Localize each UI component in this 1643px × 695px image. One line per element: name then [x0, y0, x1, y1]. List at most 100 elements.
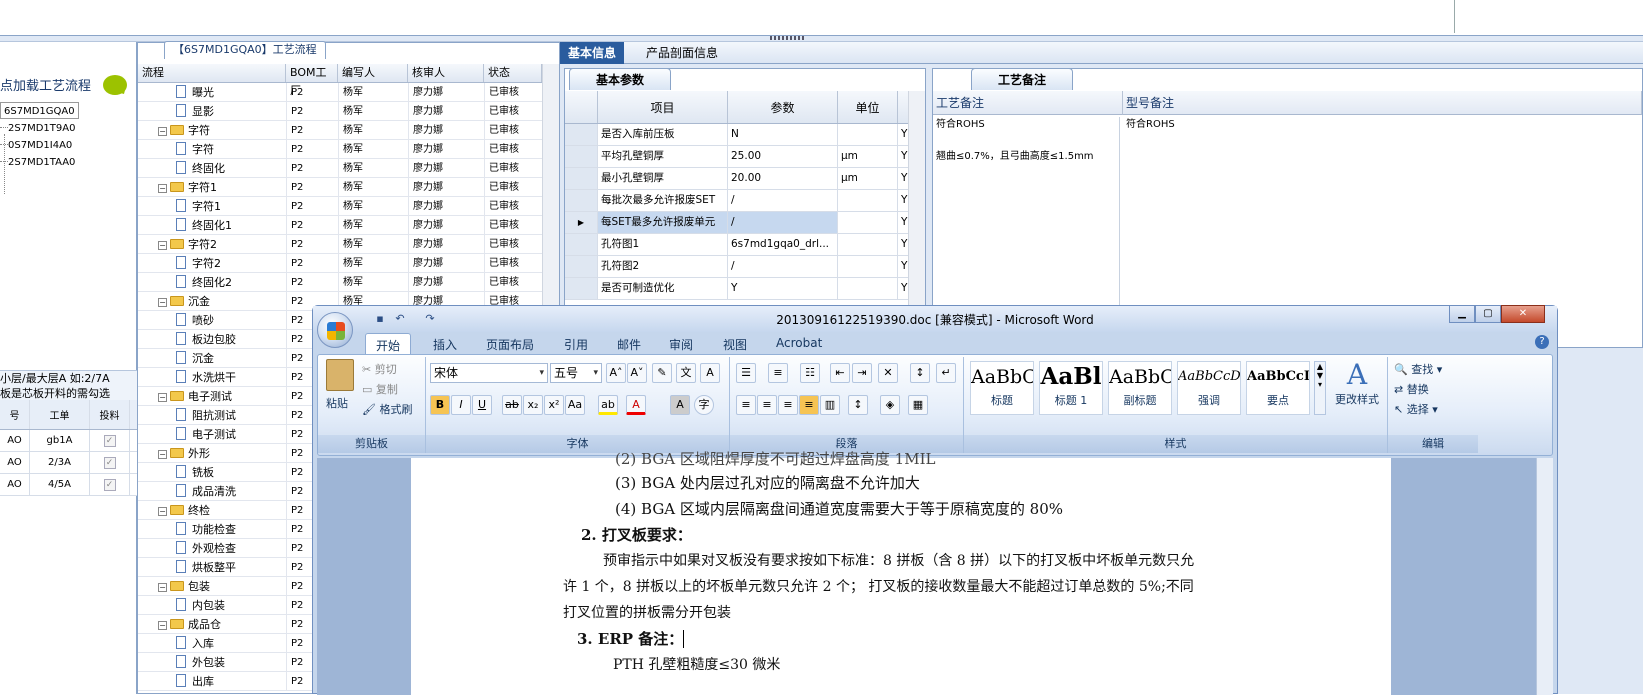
format-painter-button[interactable]: 🖌 格式刷: [362, 401, 412, 417]
process-node[interactable]: 字符: [176, 140, 214, 159]
collapse-icon[interactable]: −: [158, 507, 167, 516]
process-note-text1[interactable]: 符合ROHS: [936, 117, 985, 133]
col-status[interactable]: 状态: [484, 64, 542, 82]
collapse-icon[interactable]: −: [158, 298, 167, 307]
paste-button[interactable]: 粘贴: [326, 395, 348, 411]
redo-icon[interactable]: ↷: [423, 313, 437, 325]
cell-value[interactable]: 25.00: [728, 146, 838, 167]
col-code[interactable]: 号: [0, 400, 30, 429]
process-node[interactable]: − 包装: [158, 577, 210, 596]
col-feed[interactable]: 投料: [90, 400, 130, 429]
feed-checkbox[interactable]: ✓: [103, 434, 116, 447]
chinese-layout-icon[interactable]: ✕: [878, 363, 898, 383]
bullets-icon[interactable]: ☰: [736, 363, 756, 383]
table-row[interactable]: − 字符 P2 杨军 廖力娜 已审核: [138, 121, 559, 140]
process-node[interactable]: 终固化: [176, 159, 225, 178]
tab-process-notes[interactable]: 工艺备注: [971, 68, 1073, 90]
process-node[interactable]: − 字符: [158, 121, 210, 140]
minimize-button[interactable]: ▁: [1449, 305, 1475, 323]
bold-icon[interactable]: B: [430, 395, 450, 415]
process-node[interactable]: 出库: [176, 672, 214, 691]
style-heading1[interactable]: AaBl 标题 1: [1039, 361, 1103, 415]
cell-value[interactable]: N: [728, 124, 838, 145]
table-row[interactable]: 孔符图1 6s7md1gqa0_drl... Y: [565, 234, 925, 256]
multilevel-list-icon[interactable]: ☷: [800, 363, 820, 383]
row-indicator[interactable]: [565, 256, 598, 277]
grow-font-icon[interactable]: A˄: [606, 363, 626, 383]
table-row[interactable]: 终固化1 P2 杨军 廖力娜 已审核: [138, 216, 559, 235]
collapse-icon[interactable]: −: [158, 450, 167, 459]
tab-view[interactable]: 视图: [723, 336, 747, 353]
align-left-icon[interactable]: ≡: [736, 395, 756, 415]
align-center-icon[interactable]: ≡: [757, 395, 777, 415]
collapse-icon[interactable]: −: [158, 241, 167, 250]
tree-item[interactable]: 0S7MD1I4A0: [0, 137, 72, 154]
style-emphasis[interactable]: AaBbCcD 强调: [1177, 361, 1241, 415]
process-node[interactable]: 显影: [176, 102, 214, 121]
cell-value[interactable]: 6s7md1gqa0_drl...: [728, 234, 838, 255]
tab-insert[interactable]: 插入: [433, 336, 457, 353]
row-indicator[interactable]: [565, 234, 598, 255]
paste-icon[interactable]: [326, 359, 354, 391]
row-indicator[interactable]: ▶: [565, 212, 598, 233]
style-strong[interactable]: AaBbCcD 要点: [1246, 361, 1310, 415]
col-item[interactable]: 项目: [598, 91, 728, 123]
distributed-icon[interactable]: ▥: [820, 395, 840, 415]
col-flow[interactable]: 流程: [138, 64, 286, 82]
collapse-icon[interactable]: −: [158, 621, 167, 630]
process-node[interactable]: − 字符1: [158, 178, 217, 197]
collapse-icon[interactable]: −: [158, 127, 167, 136]
character-border-icon[interactable]: A: [700, 363, 720, 383]
tree-root-node[interactable]: 6S7MD1GQA0: [0, 102, 79, 119]
close-button[interactable]: ✕: [1501, 305, 1545, 323]
process-node[interactable]: 终固化2: [176, 273, 232, 292]
shading-icon[interactable]: ◈: [880, 395, 900, 415]
font-name-select[interactable]: 宋体: [430, 363, 548, 383]
font-size-select[interactable]: 五号: [550, 363, 602, 383]
tab-mailings[interactable]: 邮件: [617, 336, 641, 353]
maximize-button[interactable]: ▢: [1475, 305, 1501, 323]
enclose-char-icon[interactable]: 字: [694, 395, 714, 415]
table-row[interactable]: 字符2 P2 杨军 廖力娜 已审核: [138, 254, 559, 273]
cell-value[interactable]: Y: [728, 278, 838, 299]
process-node[interactable]: 入库: [176, 634, 214, 653]
decrease-indent-icon[interactable]: ⇤: [830, 363, 850, 383]
process-node[interactable]: 外观检查: [176, 539, 236, 558]
table-row[interactable]: 平均孔壁铜厚 25.00 μm Y: [565, 146, 925, 168]
table-row[interactable]: 曝光 P2 杨军 廖力娜 已审核: [138, 83, 559, 102]
table-row[interactable]: 是否可制造优化 Y Y: [565, 278, 925, 300]
save-icon[interactable]: ▪: [373, 313, 387, 325]
process-node[interactable]: 外包装: [176, 653, 225, 672]
collapse-icon[interactable]: −: [158, 583, 167, 592]
table-row[interactable]: 终固化 P2 杨军 廖力娜 已审核: [138, 159, 559, 178]
table-row[interactable]: 是否入库前压板 N Y: [565, 124, 925, 146]
strikethrough-icon[interactable]: ab: [502, 395, 522, 415]
style-subtitle[interactable]: AaBbC 副标题: [1108, 361, 1172, 415]
row-indicator[interactable]: [565, 146, 598, 167]
align-right-icon[interactable]: ≡: [778, 395, 798, 415]
tab-basic-info[interactable]: 基本信息: [560, 42, 625, 64]
document-page[interactable]: (2) BGA 区域阻焊厚度不可超过焊盘高度 1MIL (3) BGA 处内层过…: [411, 450, 1391, 695]
process-note-text2[interactable]: 翘曲≤0.7%，且弓曲高度≤1.5mm: [936, 149, 1094, 165]
tab-review[interactable]: 审阅: [669, 336, 693, 353]
subscript-icon[interactable]: x₂: [523, 395, 543, 415]
col-bom[interactable]: BOM工厂: [286, 64, 338, 97]
undo-icon[interactable]: ↶: [393, 313, 407, 325]
tab-acrobat[interactable]: Acrobat: [776, 336, 822, 350]
process-node[interactable]: 曝光: [176, 83, 214, 102]
process-node[interactable]: 电子测试: [176, 425, 236, 444]
process-node[interactable]: 字符1: [176, 197, 221, 216]
clear-format-icon[interactable]: ✎: [652, 363, 672, 383]
style-title[interactable]: AaBbC 标题: [970, 361, 1034, 415]
font-color-icon[interactable]: A: [626, 395, 646, 415]
feed-checkbox[interactable]: ✓: [103, 456, 116, 469]
cell-value[interactable]: /: [728, 212, 838, 233]
char-shading-icon[interactable]: A: [670, 395, 690, 415]
splitter-grip[interactable]: [770, 36, 804, 40]
col-value[interactable]: 参数: [728, 91, 838, 123]
table-row[interactable]: 终固化2 P2 杨军 廖力娜 已审核: [138, 273, 559, 292]
process-node[interactable]: 水洗烘干: [176, 368, 236, 387]
table-row[interactable]: 每批次最多允许报废SET / Y: [565, 190, 925, 212]
process-node[interactable]: − 成品仓: [158, 615, 221, 634]
find-button[interactable]: 🔍 查找 ▾: [1394, 361, 1442, 377]
